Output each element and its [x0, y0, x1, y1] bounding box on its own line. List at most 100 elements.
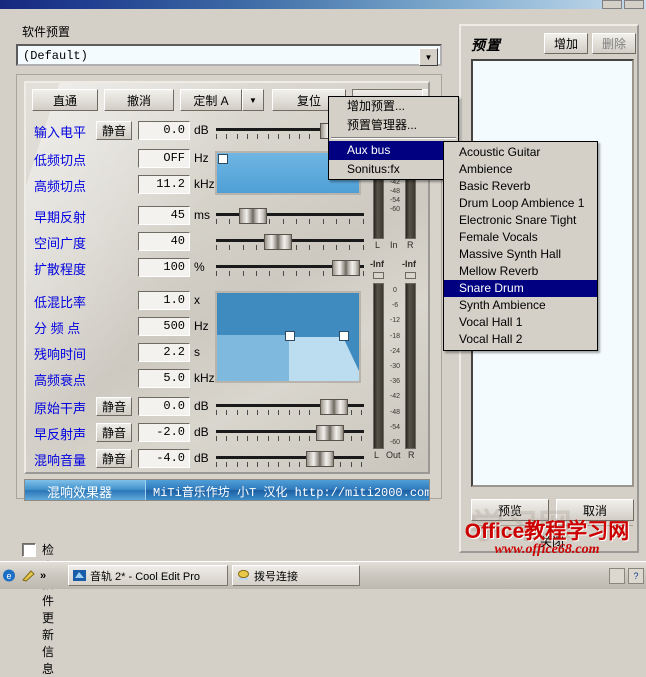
- quick-launch-bar[interactable]: e »: [2, 565, 64, 586]
- menu-item-preset-manager[interactable]: 预置管理器...: [329, 116, 458, 135]
- plugin-brand-bar: 混响效果器 MiTi音乐作坊 小T 汉化 http://miti2000.com: [24, 479, 430, 501]
- param-value-field[interactable]: 40: [138, 232, 190, 251]
- param-value-field[interactable]: 11.2: [138, 175, 190, 194]
- keyboard-icon[interactable]: [609, 567, 625, 584]
- maximize-icon[interactable]: [624, 0, 644, 9]
- submenu-item[interactable]: Electronic Snare Tight: [444, 212, 597, 229]
- slider-thumb[interactable]: [332, 260, 360, 276]
- menu-item-aux-bus[interactable]: Aux bus ▶: [329, 141, 458, 160]
- submenu-item[interactable]: Female Vocals: [444, 229, 597, 246]
- update-check-checkbox[interactable]: [22, 543, 36, 557]
- output-meter-right: [405, 283, 416, 449]
- undo-button[interactable]: 撤消: [104, 89, 174, 111]
- preset-panel-title: 预置: [471, 37, 501, 53]
- taskbar-item-label: 拨号连接: [254, 570, 298, 583]
- slider-thumb[interactable]: [320, 399, 348, 415]
- slider-thumb[interactable]: [239, 208, 267, 224]
- menu-item-sonitus-fx[interactable]: Sonitus:fx ▶: [329, 160, 458, 179]
- output-meter-label-r: R: [408, 450, 415, 460]
- submenu-item[interactable]: Ambience: [444, 161, 597, 178]
- dry-level-slider[interactable]: [216, 399, 364, 419]
- param-unit: s: [194, 345, 200, 359]
- chevron-double-right-icon[interactable]: »: [40, 570, 46, 582]
- param-label: 空间广度: [34, 236, 87, 251]
- param-value-field[interactable]: 500: [138, 317, 190, 336]
- submenu-item[interactable]: Vocal Hall 1: [444, 314, 597, 331]
- slider-thumb[interactable]: [264, 234, 292, 250]
- ie-icon[interactable]: e: [2, 568, 17, 583]
- param-label: 早反射声: [34, 427, 87, 442]
- help-icon[interactable]: ?: [628, 567, 644, 584]
- pencil-icon[interactable]: [21, 568, 36, 583]
- output-meter-scale: 0 -6 -12 -18 -24 -30 -36 -42 -48 -54 -60: [389, 287, 401, 447]
- chevron-down-icon[interactable]: ▼: [419, 48, 438, 66]
- param-value-field[interactable]: 5.0: [138, 369, 190, 388]
- param-label: 早期反射: [34, 210, 87, 225]
- param-unit: ms: [194, 208, 210, 222]
- minimize-icon[interactable]: [602, 0, 622, 9]
- output-meter-clip-right[interactable]: [405, 272, 416, 279]
- reverb-level-slider[interactable]: [216, 451, 364, 471]
- add-preset-button[interactable]: 增加: [544, 33, 588, 54]
- param-label: 高频切点: [34, 179, 87, 194]
- svg-text:e: e: [6, 571, 11, 581]
- preset-submenu[interactable]: Acoustic Guitar Ambience Basic Reverb Dr…: [443, 141, 598, 351]
- param-row: 早期反射 45 ms: [34, 206, 210, 226]
- slider-thumb[interactable]: [306, 451, 334, 467]
- custom-a-button[interactable]: 定制 A: [180, 89, 242, 111]
- early-reflection-level-slider[interactable]: [216, 425, 364, 445]
- param-value-field[interactable]: 45: [138, 206, 190, 225]
- submenu-item-selected[interactable]: Snare Drum: [444, 280, 597, 297]
- param-row: 低频切点 OFF Hz: [34, 149, 209, 169]
- output-meter-clip-left[interactable]: [373, 272, 384, 279]
- mute-button[interactable]: 静音: [96, 121, 132, 140]
- preview-button[interactable]: 预览: [471, 499, 549, 521]
- mute-button[interactable]: 静音: [96, 423, 132, 442]
- param-value-field[interactable]: -4.0: [138, 449, 190, 468]
- diffusion-slider[interactable]: [216, 260, 364, 280]
- submenu-item[interactable]: Mellow Reverb: [444, 263, 597, 280]
- output-peak-left: -Inf: [370, 259, 384, 269]
- decay-curve-graph[interactable]: [215, 291, 361, 383]
- slider-thumb[interactable]: [316, 425, 344, 441]
- param-value-field[interactable]: 1.0: [138, 291, 190, 310]
- close-button[interactable]: 关闭: [509, 531, 595, 551]
- cooledit-icon: [73, 570, 86, 581]
- software-preset-value: (Default): [23, 49, 88, 63]
- param-value-field[interactable]: 0.0: [138, 397, 190, 416]
- submenu-item[interactable]: Massive Synth Hall: [444, 246, 597, 263]
- bypass-button[interactable]: 直通: [32, 89, 98, 111]
- decay-handle-right[interactable]: [339, 331, 349, 341]
- param-row: 空间广度 40: [34, 232, 194, 252]
- early-reflection-slider[interactable]: [216, 208, 364, 228]
- submenu-item[interactable]: Acoustic Guitar: [444, 144, 597, 161]
- param-value-field[interactable]: 0.0: [138, 121, 190, 140]
- output-meter-label-l: L: [374, 450, 380, 460]
- plugin-left-pane: 软件预置 (Default) ▼ 直通 撤消 定制 A ▼ 复位 预置 ▼: [8, 18, 447, 676]
- eq-handle[interactable]: [218, 154, 228, 164]
- menu-item-aux-bus-label: Aux bus: [347, 143, 391, 157]
- chevron-down-icon[interactable]: ▼: [242, 89, 264, 111]
- param-row: 低混比率 1.0 x: [34, 291, 200, 311]
- decay-handle-left[interactable]: [285, 331, 295, 341]
- submenu-item[interactable]: Synth Ambience: [444, 297, 597, 314]
- submenu-item[interactable]: Drum Loop Ambience 1: [444, 195, 597, 212]
- system-tray[interactable]: ?: [609, 565, 644, 586]
- room-size-slider[interactable]: [216, 234, 364, 254]
- submenu-item[interactable]: Vocal Hall 2: [444, 331, 597, 348]
- mute-button[interactable]: 静音: [96, 449, 132, 468]
- param-value-field[interactable]: -2.0: [138, 423, 190, 442]
- cancel-button[interactable]: 取消: [556, 499, 634, 521]
- menu-item-add-preset[interactable]: 增加预置...: [329, 97, 458, 116]
- submenu-item[interactable]: Basic Reverb: [444, 178, 597, 195]
- taskbar-item-dialup[interactable]: 拨号连接: [232, 565, 360, 586]
- param-value-field[interactable]: OFF: [138, 149, 190, 168]
- taskbar-item-cooledit[interactable]: 音轨 2* - Cool Edit Pro: [68, 565, 228, 586]
- software-preset-combobox[interactable]: (Default) ▼: [16, 44, 442, 66]
- param-value-field[interactable]: 100: [138, 258, 190, 277]
- preset-dropdown-menu[interactable]: 增加预置... 预置管理器... Aux bus ▶ Sonitus:fx ▶: [328, 96, 459, 180]
- param-value-field[interactable]: 2.2: [138, 343, 190, 362]
- mute-button[interactable]: 静音: [96, 397, 132, 416]
- window-control-buttons[interactable]: [602, 0, 644, 9]
- param-unit: Hz: [194, 319, 209, 333]
